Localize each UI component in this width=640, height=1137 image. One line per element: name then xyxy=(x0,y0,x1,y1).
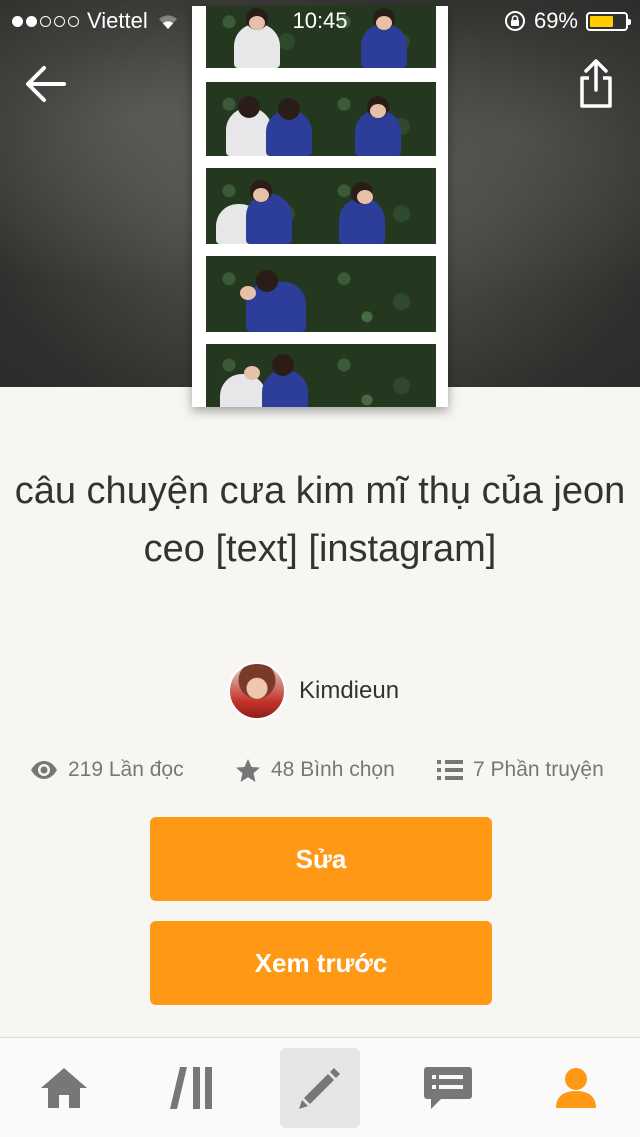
votes-stat: 48 Bình chọn xyxy=(235,752,395,788)
home-icon xyxy=(41,1068,87,1108)
messages-icon xyxy=(424,1067,472,1109)
reads-count: 219 Lần đọc xyxy=(68,758,184,781)
author-link[interactable]: Kimdieun xyxy=(228,662,399,720)
bottom-tab-bar xyxy=(0,1037,640,1137)
tab-library[interactable] xyxy=(152,1048,232,1128)
tab-messages[interactable] xyxy=(408,1048,488,1128)
rotation-lock-icon xyxy=(504,11,525,31)
author-avatar[interactable] xyxy=(228,662,286,720)
reads-stat: 219 Lần đọc xyxy=(30,752,184,788)
tab-profile[interactable] xyxy=(536,1048,616,1128)
share-button[interactable] xyxy=(578,58,614,110)
back-button[interactable] xyxy=(22,62,70,106)
back-arrow-icon xyxy=(26,66,66,102)
library-icon xyxy=(170,1067,212,1109)
battery-percent: 69% xyxy=(533,8,578,33)
battery-icon xyxy=(586,11,631,31)
preview-button[interactable]: Xem trước xyxy=(150,921,492,1005)
votes-count: 48 Bình chọn xyxy=(271,758,395,781)
eye-icon xyxy=(31,761,57,779)
list-icon xyxy=(437,760,463,780)
edit-button[interactable]: Sửa xyxy=(150,817,492,901)
status-bar: Viettel 10:45 69% xyxy=(0,0,640,40)
story-stats: 219 Lần đọc 48 Bình chọn 7 Phần truyện xyxy=(0,752,640,788)
author-name[interactable]: Kimdieun xyxy=(299,677,399,705)
story-cover-image xyxy=(192,6,448,407)
tab-write[interactable] xyxy=(280,1048,360,1128)
profile-icon xyxy=(556,1068,596,1108)
star-icon xyxy=(236,758,260,782)
parts-count: 7 Phần truyện xyxy=(473,758,604,781)
write-icon xyxy=(299,1068,340,1109)
share-icon xyxy=(580,59,612,108)
tab-home[interactable] xyxy=(24,1048,104,1128)
parts-stat: 7 Phần truyện xyxy=(437,752,604,788)
story-title: câu chuyện cưa kim mĩ thụ của jeon ceo [… xyxy=(14,470,626,570)
